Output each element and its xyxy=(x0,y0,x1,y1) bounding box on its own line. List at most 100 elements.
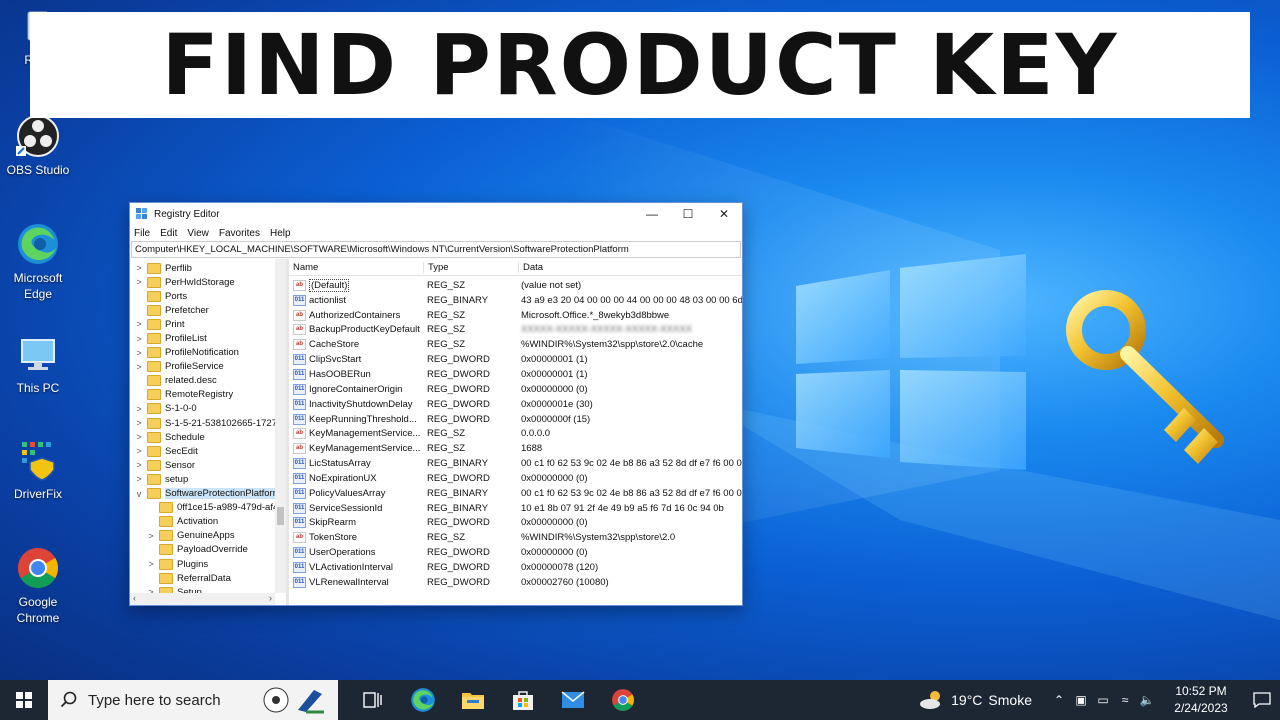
wifi-icon[interactable]: ≈ xyxy=(1114,693,1136,707)
table-row[interactable]: 011 IgnoreContainerOrigin REG_DWORD 0x00000… xyxy=(289,382,742,397)
tree-vertical-scrollbar[interactable] xyxy=(275,259,286,593)
table-row[interactable]: 011 KeepRunningThreshold... REG_DWORD 0x000… xyxy=(289,412,742,427)
table-row[interactable]: ab BackupProductKeyDefault REG_SZ XXXXX-XXX… xyxy=(289,323,742,338)
tree-expander-icon[interactable]: > xyxy=(146,559,156,569)
table-row[interactable]: ab KeyManagementService... REG_SZ 1688 xyxy=(289,441,742,456)
menu-favorites[interactable]: Favorites xyxy=(219,228,260,239)
desktop-icon-chrome[interactable]: Google Chrome xyxy=(2,546,74,626)
table-row[interactable]: 011 ServiceSessionId REG_BINARY 10 e1 8b 07… xyxy=(289,501,742,516)
taskbar-mail[interactable] xyxy=(548,680,598,720)
tree-item[interactable]: > S-1-0-0 xyxy=(130,402,286,416)
desktop-icon-edge[interactable]: Microsoft Edge xyxy=(2,222,74,302)
table-row[interactable]: 011 ClipSvcStart REG_DWORD 0x00000001 (1) xyxy=(289,352,742,367)
tree-item[interactable]: > ProfileList xyxy=(130,331,286,345)
address-bar[interactable]: Computer\HKEY_LOCAL_MACHINE\SOFTWARE\Mic… xyxy=(131,241,741,258)
table-row[interactable]: 011 UserOperations REG_DWORD 0x00000000 (0) xyxy=(289,545,742,560)
tree-item[interactable]: > Plugins xyxy=(130,557,286,571)
maximize-button[interactable]: ☐ xyxy=(670,203,706,225)
notification-center-button[interactable] xyxy=(1244,692,1280,708)
table-row[interactable]: 011 HasOOBERun REG_DWORD 0x00000001 (1) xyxy=(289,367,742,382)
desktop-icon-driverfix[interactable]: DriverFix xyxy=(2,438,74,502)
table-row[interactable]: ab KeyManagementService... REG_SZ 0.0.0.0 xyxy=(289,426,742,441)
tree-expander-icon[interactable]: > xyxy=(134,418,144,428)
tree-expander-icon[interactable]: > xyxy=(134,460,144,470)
volume-icon[interactable]: 🔈 xyxy=(1136,693,1158,707)
desktop-icon-obs-studio[interactable]: OBS Studio xyxy=(2,114,74,178)
table-row[interactable]: 011 VLRenewalInterval REG_DWORD 0x00002760 … xyxy=(289,575,742,590)
taskbar-file-explorer[interactable] xyxy=(448,680,498,720)
minimize-button[interactable]: — xyxy=(634,203,670,225)
scroll-right-icon[interactable]: › xyxy=(269,593,272,603)
tree-item[interactable]: > Schedule xyxy=(130,430,286,444)
tree-expander-icon[interactable]: > xyxy=(134,319,144,329)
tree-expander-icon[interactable]: > xyxy=(134,404,144,414)
task-view-button[interactable] xyxy=(348,680,398,720)
table-row[interactable]: 011 SkipRearm REG_DWORD 0x00000000 (0) xyxy=(289,516,742,531)
table-row[interactable]: 011 InactivityShutdownDelay REG_DWORD 0x000… xyxy=(289,397,742,412)
show-hidden-icons-chevron-icon[interactable]: ⌃ xyxy=(1048,693,1070,707)
key-tree-pane[interactable]: > Perflib > PerHwIdStorage Ports Prefetcher > P… xyxy=(130,259,289,605)
start-button[interactable] xyxy=(0,680,48,720)
table-row[interactable]: ab (Default) REG_SZ (value not set) xyxy=(289,278,742,293)
tree-item[interactable]: > Sensor xyxy=(130,458,286,472)
tree-item[interactable]: > ProfileService xyxy=(130,360,286,374)
taskbar-edge[interactable] xyxy=(398,680,448,720)
tree-item[interactable]: ReferralData xyxy=(130,571,286,585)
tree-item[interactable]: RemoteRegistry xyxy=(130,388,286,402)
column-header-data[interactable]: Data xyxy=(518,261,742,273)
tree-expander-icon[interactable]: > xyxy=(134,446,144,456)
tree-expander-icon[interactable]: > xyxy=(134,277,144,287)
tree-expander-icon[interactable]: > xyxy=(134,432,144,442)
tree-item[interactable]: > GenuineApps xyxy=(130,529,286,543)
menu-edit[interactable]: Edit xyxy=(160,228,177,239)
taskbar-clock[interactable]: 10:52 PM 2/24/2023 xyxy=(1166,683,1236,717)
column-header-type[interactable]: Type xyxy=(423,261,518,273)
tree-item[interactable]: > SecEdit xyxy=(130,444,286,458)
meet-now-icon[interactable]: ▣ xyxy=(1070,693,1092,707)
table-row[interactable]: 011 actionlist REG_BINARY 43 a9 e3 20 04 00… xyxy=(289,293,742,308)
tree-item[interactable]: > PerHwIdStorage xyxy=(130,275,286,289)
table-row[interactable]: ab CacheStore REG_SZ %WINDIR%\System32\spp\… xyxy=(289,337,742,352)
scrollbar-thumb[interactable] xyxy=(277,507,284,525)
taskbar-store[interactable] xyxy=(498,680,548,720)
menu-file[interactable]: File xyxy=(134,228,150,239)
tree-item[interactable]: Activation xyxy=(130,515,286,529)
tree-item[interactable]: > ProfileNotification xyxy=(130,346,286,360)
taskbar-chrome[interactable] xyxy=(598,680,648,720)
menu-view[interactable]: View xyxy=(187,228,209,239)
table-row[interactable]: 011 VLActivationInterval REG_DWORD 0x000000… xyxy=(289,560,742,575)
tree-expander-icon[interactable]: v xyxy=(134,489,144,499)
battery-icon[interactable]: ▭ xyxy=(1092,693,1114,707)
tree-item[interactable]: > Perflib xyxy=(130,261,286,275)
tree-expander-icon[interactable]: > xyxy=(134,263,144,273)
weather-widget[interactable]: 19°C Smoke xyxy=(919,689,1032,711)
tree-item[interactable]: Prefetcher xyxy=(130,303,286,317)
tree-item[interactable]: > Print xyxy=(130,317,286,331)
registry-editor-window[interactable]: Registry Editor — ☐ ✕ File Edit View Fav… xyxy=(129,202,743,606)
taskbar-search-box[interactable]: Type here to search xyxy=(48,680,338,720)
tree-horizontal-scrollbar[interactable]: ‹ › xyxy=(130,593,275,605)
table-row[interactable]: ab TokenStore REG_SZ %WINDIR%\System32\spp\… xyxy=(289,530,742,545)
tree-item[interactable]: v SoftwareProtectionPlatform xyxy=(130,487,286,501)
column-header-name[interactable]: Name xyxy=(289,262,423,273)
tree-expander-icon[interactable]: > xyxy=(146,531,156,541)
tree-expander-icon[interactable]: > xyxy=(134,334,144,344)
tree-item[interactable]: 0ff1ce15-a989-479d-af4 xyxy=(130,501,286,515)
tree-expander-icon[interactable]: > xyxy=(134,348,144,358)
table-row[interactable]: 011 PolicyValuesArray REG_BINARY 00 c1 f0 6… xyxy=(289,486,742,501)
tree-item[interactable]: Ports xyxy=(130,289,286,303)
tree-item[interactable]: > setup xyxy=(130,472,286,486)
tree-item[interactable]: > S-1-5-21-538102665-17279 xyxy=(130,416,286,430)
scroll-left-icon[interactable]: ‹ xyxy=(133,593,136,603)
table-row[interactable]: 011 LicStatusArray REG_BINARY 00 c1 f0 62 5… xyxy=(289,456,742,471)
tree-expander-icon[interactable]: > xyxy=(134,474,144,484)
tree-expander-icon[interactable]: > xyxy=(134,362,144,372)
table-row[interactable]: ab AuthorizedContainers REG_SZ Microsoft.Of… xyxy=(289,308,742,323)
menu-help[interactable]: Help xyxy=(270,228,291,239)
desktop-icon-this-pc[interactable]: This PC xyxy=(2,332,74,396)
values-pane[interactable]: Name Type Data ab (Default) REG_SZ (value n… xyxy=(289,259,742,605)
table-row[interactable]: 011 NoExpirationUX REG_DWORD 0x00000000 (0) xyxy=(289,471,742,486)
title-bar[interactable]: Registry Editor — ☐ ✕ xyxy=(130,203,742,225)
tree-item[interactable]: PayloadOverride xyxy=(130,543,286,557)
tree-item[interactable]: related.desc xyxy=(130,374,286,388)
